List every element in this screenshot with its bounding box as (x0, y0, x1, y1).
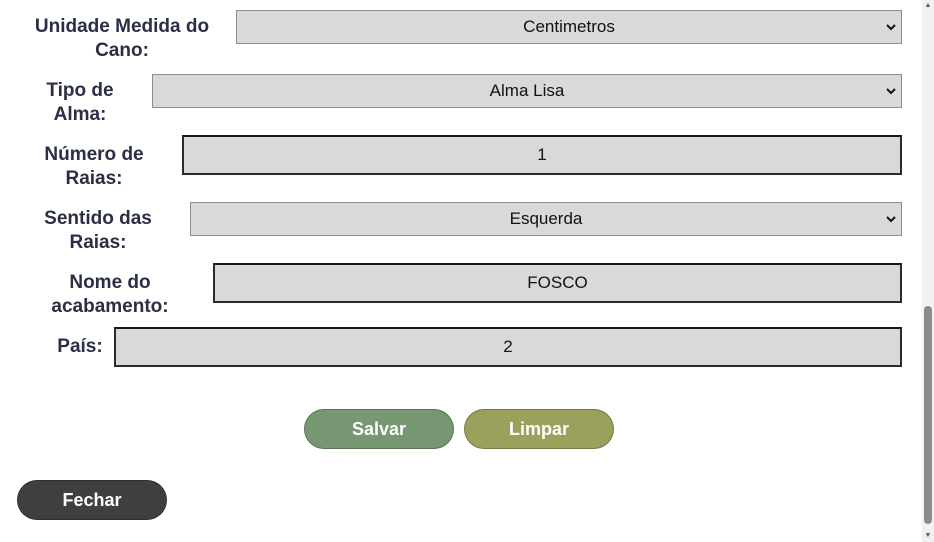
scroll-up-arrow-icon[interactable]: ▲ (924, 2, 932, 10)
numero-raias-input[interactable]: 1 (182, 135, 902, 175)
unidade-medida-label: Unidade Medida do Cano: (34, 16, 210, 61)
unidade-medida-select[interactable]: Centimetros (236, 10, 902, 44)
form-page: Unidade Medida do Cano: Centimetros Tipo… (0, 0, 934, 542)
chevron-down-icon (885, 11, 897, 43)
pais-value: 2 (503, 337, 513, 356)
sentido-raias-select[interactable]: Esquerda (190, 202, 902, 236)
scrollbar-thumb[interactable] (924, 306, 932, 524)
chevron-down-icon (885, 75, 897, 107)
sentido-raias-label: Sentido das Raias: (44, 208, 152, 253)
numero-raias-label: Número de Raias: (44, 144, 144, 189)
nome-acabamento-value: FOSCO (527, 273, 588, 292)
tipo-alma-label: Tipo de Alma: (46, 80, 114, 125)
chevron-down-icon (885, 203, 897, 235)
limpar-button[interactable]: Limpar (464, 409, 614, 449)
nome-acabamento-label: Nome do acabamento: (51, 272, 169, 317)
salvar-button[interactable]: Salvar (304, 409, 454, 449)
fechar-button[interactable]: Fechar (17, 480, 167, 520)
nome-acabamento-input[interactable]: FOSCO (213, 263, 902, 303)
tipo-alma-value: Alma Lisa (489, 81, 565, 100)
sentido-raias-value: Esquerda (509, 209, 583, 228)
unidade-medida-value: Centimetros (523, 17, 615, 36)
numero-raias-value: 1 (537, 145, 547, 164)
pais-label: País: (57, 336, 103, 357)
scroll-down-arrow-icon[interactable]: ▼ (924, 532, 932, 540)
pais-input[interactable]: 2 (114, 327, 902, 367)
tipo-alma-select[interactable]: Alma Lisa (152, 74, 902, 108)
vertical-scrollbar[interactable]: ▲ ▼ (922, 0, 934, 542)
